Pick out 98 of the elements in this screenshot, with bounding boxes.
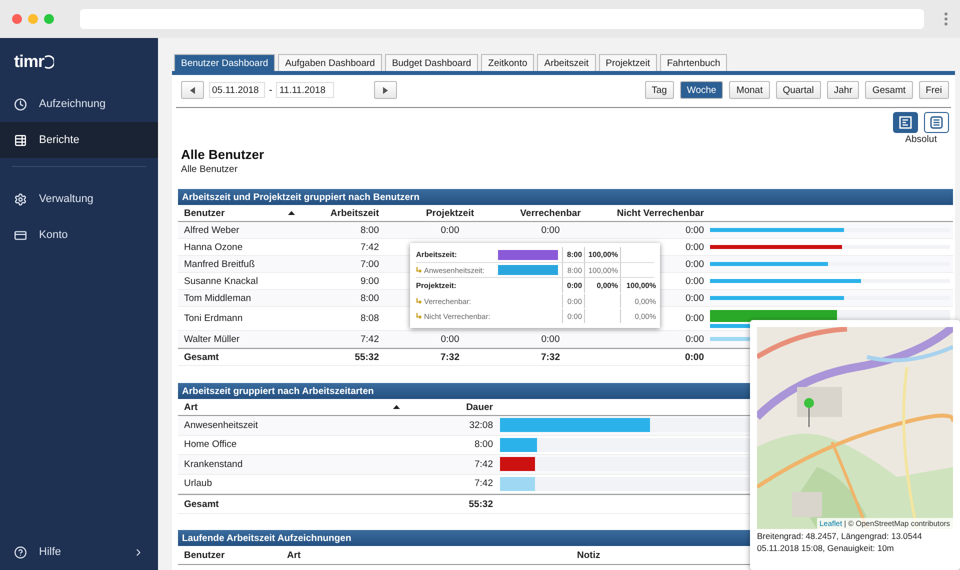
tab[interactable]: Aufgaben Dashboard [278, 54, 382, 71]
table-cell: 0:00 [686, 292, 704, 304]
table-cell: Home Office [184, 439, 237, 450]
column-header[interactable]: Nicht Verrechenbar [590, 208, 704, 218]
table-cell: Walter Müller [184, 334, 240, 344]
coordinates-text: Breitengrad: 48.2457, Längengrad: 13.0544 [757, 531, 923, 541]
tab[interactable]: Budget Dashboard [384, 54, 478, 71]
logo-arc-icon [44, 55, 54, 69]
table-cell: 0:00 [541, 334, 560, 344]
table-cell: Toni Erdmann [184, 313, 243, 324]
date-to-field[interactable]: 11.11.2018 [276, 82, 334, 98]
help-icon [14, 546, 27, 558]
tab[interactable]: Arbeitszeit [537, 54, 596, 71]
clock-icon [14, 98, 27, 110]
table-cell: 8:08 [360, 313, 379, 324]
help-link[interactable]: Hilfe [0, 534, 158, 570]
table-cell: 32:08 [469, 420, 493, 431]
date-from-field[interactable]: 05.11.2018 [209, 82, 265, 98]
column-header[interactable]: Dauer [404, 402, 493, 412]
table-cell: 0:00 [686, 313, 704, 324]
table-cell: 7:42 [474, 478, 493, 490]
table-cell: 7:32 [440, 352, 460, 362]
period-button[interactable]: Jahr [826, 81, 860, 99]
table-cell: 8:00 [360, 292, 379, 304]
table-cell: 8:00 [474, 439, 493, 450]
table-cell: Tom Middleman [184, 292, 252, 304]
table-cell: 0:00 [541, 224, 560, 236]
table-cell: 9:00 [360, 276, 379, 286]
table-cell: 7:42 [360, 242, 379, 252]
table-cell: 7:32 [540, 352, 560, 362]
table-cell: Anwesenheitszeit [184, 420, 258, 431]
date-separator: - [269, 84, 272, 96]
sidebar-item[interactable]: Verwaltung [0, 181, 158, 217]
report-subtitle: Alle Benutzer [181, 164, 239, 175]
next-button[interactable] [374, 81, 398, 99]
period-button[interactable]: Quartal [776, 81, 821, 99]
sidebar-item[interactable]: Berichte [0, 122, 158, 158]
table-cell: Hanna Ozone [184, 242, 243, 252]
tab[interactable]: Fahrtenbuch [660, 54, 728, 71]
table-cell: Gesamt [184, 352, 219, 362]
column-header[interactable]: Benutzer [184, 550, 287, 560]
period-button[interactable]: Tag [644, 81, 674, 99]
left-triangle-icon [190, 86, 195, 94]
tab[interactable]: Benutzer Dashboard [174, 54, 276, 71]
table-cell: Susanne Knackal [184, 276, 258, 286]
subitem-arrow-icon [416, 313, 422, 319]
subitem-arrow-icon [416, 298, 422, 304]
table-cell: 7:00 [360, 258, 379, 270]
view-toggle-button[interactable] [893, 112, 918, 133]
table-cell: Manfred Breitfuß [184, 258, 255, 270]
table-cell: Gesamt [184, 498, 219, 510]
period-button[interactable]: Gesamt [865, 81, 913, 99]
column-header[interactable]: Benutzer [184, 208, 309, 218]
period-button[interactable]: Frei [918, 81, 949, 99]
column-header[interactable]: Verrechenbar [511, 208, 590, 218]
view-mode-label: Absolut [905, 134, 937, 145]
column-header[interactable]: Art [184, 402, 404, 412]
table-cell: 0:00 [440, 224, 460, 236]
table-cell: 55:32 [354, 352, 379, 362]
window-close-button[interactable] [12, 14, 22, 24]
tab[interactable]: Projektzeit [598, 54, 657, 71]
timestamp-text: 05.11.2018 15:08, Genauigkeit: 10m [757, 543, 895, 553]
table-cell: 0:00 [686, 276, 704, 286]
previous-button[interactable] [181, 81, 204, 99]
tab[interactable]: Zeitkonto [481, 54, 534, 71]
report-title: Alle Benutzer [181, 147, 266, 162]
sidebar-item[interactable]: Konto [0, 217, 158, 253]
settings-icon [14, 192, 27, 206]
table-cell: Alfred Weber [184, 224, 240, 236]
table-cell: 0:00 [686, 224, 704, 236]
table-cell: 0:00 [686, 334, 704, 344]
section-header: Arbeitszeit und Projektzeit gruppiert nach Benutzern [178, 189, 953, 205]
table-cell: 8:00 [360, 224, 379, 236]
period-button[interactable]: Woche [680, 81, 724, 99]
table-cell: 7:42 [360, 334, 379, 344]
table-cell: 7:42 [474, 458, 493, 470]
menu-icon[interactable] [944, 11, 948, 27]
card-icon [14, 228, 27, 242]
sidebar-item[interactable]: Aufzeichnung [0, 86, 158, 122]
table-cell: Urlaub [184, 478, 212, 490]
report-layout-icon [899, 116, 912, 129]
list-layout-icon [930, 116, 943, 129]
table-cell: 0:00 [684, 352, 704, 362]
view-toggle-button[interactable] [924, 112, 949, 133]
table-cell: Krankenstand [184, 458, 243, 470]
window-maximize-button[interactable] [44, 14, 54, 24]
table-cell: 55:32 [468, 498, 493, 510]
table-icon [14, 134, 27, 146]
column-header[interactable]: Projektzeit [389, 208, 511, 218]
period-button[interactable]: Monat [729, 81, 770, 99]
table-cell: 0:00 [686, 258, 704, 270]
logo: timr [14, 52, 44, 72]
column-header[interactable]: Art [287, 550, 577, 560]
table-cell: 0:00 [686, 242, 704, 252]
right-triangle-icon [383, 86, 388, 94]
table-cell: 0:00 [440, 334, 460, 344]
column-header[interactable]: Arbeitszeit [309, 208, 389, 218]
subitem-arrow-icon [416, 267, 422, 273]
